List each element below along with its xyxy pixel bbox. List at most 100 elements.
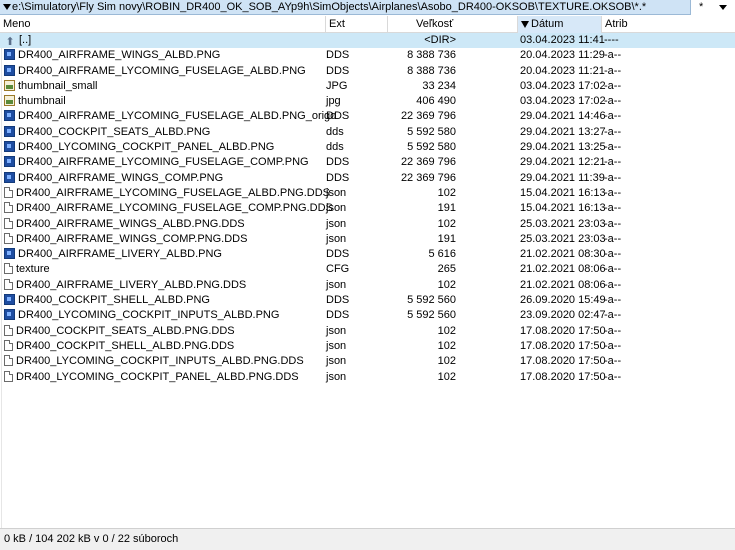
file-size: 102 — [437, 324, 456, 337]
file-attr: -a-- — [604, 79, 622, 92]
path-bar[interactable]: e:\Simulatory\Fly Sim novy\ROBIN_DR400_O… — [0, 0, 735, 15]
file-attr: -a-- — [604, 141, 622, 154]
file-ext: json — [326, 186, 347, 199]
file-attr: -a-- — [604, 370, 622, 383]
file-attr: -a-- — [604, 217, 622, 230]
file-name: DR400_AIRFRAME_WINGS_COMP.PNG.DDS — [16, 232, 248, 245]
file-date: 29.04.2021 13:25 — [520, 141, 606, 154]
file-name: DR400_LYCOMING_COCKPIT_PANEL_ALBD.PNG.DD… — [16, 370, 299, 383]
document-icon — [4, 202, 13, 214]
file-row[interactable]: DR400_AIRFRAME_WINGS_COMP.PNG.DDS json 191… — [0, 232, 735, 247]
file-ext: DDS — [326, 64, 350, 77]
file-attr: -a-- — [604, 355, 622, 368]
dds-file-icon — [4, 309, 15, 321]
file-ext: DDS — [326, 248, 350, 261]
header-date[interactable]: Dátum — [518, 16, 602, 33]
file-row[interactable]: DR400_LYCOMING_COCKPIT_PANEL_ALBD.PNG.DD… — [0, 370, 735, 385]
header-attr[interactable]: Atrib — [602, 16, 735, 33]
header-size[interactable]: Veľkosť — [388, 16, 518, 33]
file-date: 17.08.2020 17:50 — [520, 324, 606, 337]
file-ext: CFG — [326, 263, 350, 276]
file-row[interactable]: DR400_COCKPIT_SHELL_ALBD.PNG.DDS json 102 1… — [0, 339, 735, 354]
file-date: 20.04.2023 11:21 — [520, 64, 605, 77]
file-row[interactable]: thumbnail_small JPG 33 234 03.04.2023 17:02… — [0, 79, 735, 94]
file-name-cell: DR400_AIRFRAME_WINGS_ALBD.PNG.DDS — [4, 217, 245, 232]
file-size: 8 388 736 — [407, 64, 456, 77]
chevron-down-icon[interactable] — [719, 5, 727, 10]
file-attr: -a-- — [604, 278, 622, 291]
file-size: 191 — [437, 202, 456, 215]
file-name: DR400_LYCOMING_COCKPIT_PANEL_ALBD.PNG — [18, 141, 275, 154]
file-row[interactable]: DR400_LYCOMING_COCKPIT_INPUTS_ALBD.PNG.D… — [0, 354, 735, 369]
file-attr: -a-- — [604, 125, 622, 138]
file-row[interactable]: DR400_AIRFRAME_LYCOMING_FUSELAGE_COMP.PN… — [0, 201, 735, 216]
file-row[interactable]: DR400_COCKPIT_SEATS_ALBD.PNG.DDS json 102 1… — [0, 324, 735, 339]
file-name: DR400_AIRFRAME_LYCOMING_FUSELAGE_ALBD.PN… — [18, 64, 306, 77]
file-date: 17.08.2020 17:50 — [520, 370, 606, 383]
dds-file-icon — [4, 110, 15, 122]
document-icon — [4, 355, 13, 367]
header-attr-label: Atrib — [605, 18, 628, 30]
file-row[interactable]: DR400_AIRFRAME_LYCOMING_FUSELAGE_ALBD.PN… — [0, 186, 735, 201]
file-size: 102 — [437, 339, 456, 352]
file-row[interactable]: ⬆ [..] <DIR> 03.04.2023 11:41 ---- — [0, 33, 735, 49]
document-icon — [4, 263, 13, 275]
file-name: DR400_AIRFRAME_LYCOMING_FUSELAGE_ALBD.PN… — [16, 186, 330, 199]
file-size: <DIR> — [424, 34, 456, 46]
file-date: 25.03.2021 23:03 — [520, 232, 606, 245]
file-name: DR400_COCKPIT_SHELL_ALBD.PNG.DDS — [16, 339, 235, 352]
history-dropdown-icon[interactable] — [3, 4, 11, 10]
file-ext: DDS — [326, 156, 350, 169]
file-size: 5 616 — [428, 248, 456, 261]
file-row[interactable]: DR400_AIRFRAME_LYCOMING_FUSELAGE_ALBD.PN… — [0, 109, 735, 124]
file-row[interactable]: DR400_AIRFRAME_WINGS_ALBD.PNG.DDS json 102… — [0, 217, 735, 232]
file-size: 102 — [437, 355, 456, 368]
file-date: 21.02.2021 08:30 — [520, 248, 606, 261]
file-name-cell: DR400_COCKPIT_SEATS_ALBD.PNG.DDS — [4, 324, 235, 339]
file-name: DR400_AIRFRAME_WINGS_ALBD.PNG — [18, 49, 221, 62]
file-row[interactable]: texture CFG 265 21.02.2021 08:06 -a-- — [0, 262, 735, 277]
up-dir-icon: ⬆ — [5, 36, 15, 48]
file-ext: DDS — [326, 294, 350, 307]
filter-dropdown[interactable]: * — [690, 0, 735, 15]
file-name: DR400_LYCOMING_COCKPIT_INPUTS_ALBD.PNG — [18, 309, 280, 322]
dds-file-icon — [4, 248, 15, 260]
file-attr: -a-- — [604, 156, 622, 169]
file-name: DR400_AIRFRAME_LYCOMING_FUSELAGE_ALBD.PN… — [18, 110, 337, 123]
file-date: 21.02.2021 08:06 — [520, 278, 606, 291]
file-date: 17.08.2020 17:50 — [520, 339, 606, 352]
file-date: 21.02.2021 08:06 — [520, 263, 606, 276]
file-attr: -a-- — [604, 49, 622, 62]
file-row[interactable]: DR400_AIRFRAME_LIVERY_ALBD.PNG.DDS json 10… — [0, 278, 735, 293]
file-row[interactable]: DR400_AIRFRAME_LYCOMING_FUSELAGE_ALBD.PN… — [0, 64, 735, 79]
file-name-cell: DR400_AIRFRAME_WINGS_COMP.PNG.DDS — [4, 232, 247, 247]
file-row[interactable]: DR400_AIRFRAME_LYCOMING_FUSELAGE_COMP.PN… — [0, 155, 735, 170]
file-date: 26.09.2020 15:49 — [520, 294, 606, 307]
file-size: 102 — [437, 186, 456, 199]
file-name: thumbnail_small — [18, 79, 98, 92]
file-attr: -a-- — [604, 339, 622, 352]
file-list[interactable]: ⬆ [..] <DIR> 03.04.2023 11:41 ---- DR400_AIRF… — [0, 33, 735, 385]
file-name-cell: DR400_COCKPIT_SHELL_ALBD.PNG.DDS — [4, 339, 234, 354]
file-date: 03.04.2023 17:02 — [520, 79, 606, 92]
status-bar: 0 kB / 104 202 kB v 0 / 22 súboroch — [0, 528, 735, 550]
header-name[interactable]: Meno — [0, 16, 326, 33]
file-name: DR400_AIRFRAME_LIVERY_ALBD.PNG.DDS — [16, 278, 247, 291]
file-ext: json — [326, 324, 347, 337]
current-path[interactable]: e:\Simulatory\Fly Sim novy\ROBIN_DR400_O… — [12, 1, 646, 14]
file-row[interactable]: DR400_AIRFRAME_WINGS_ALBD.PNG DDS 8 388 73… — [0, 48, 735, 63]
file-row[interactable]: DR400_LYCOMING_COCKPIT_PANEL_ALBD.PNG dds… — [0, 140, 735, 155]
file-attr: -a-- — [604, 110, 622, 123]
file-attr: -a-- — [604, 294, 622, 307]
file-row[interactable]: DR400_LYCOMING_COCKPIT_INPUTS_ALBD.PNG DD… — [0, 308, 735, 323]
file-ext: dds — [326, 141, 344, 154]
file-row[interactable]: DR400_COCKPIT_SEATS_ALBD.PNG dds 5 592 580… — [0, 125, 735, 140]
file-row[interactable]: DR400_AIRFRAME_WINGS_COMP.PNG DDS 22 369 7… — [0, 171, 735, 186]
file-ext: json — [326, 355, 347, 368]
file-name-cell: DR400_AIRFRAME_LYCOMING_FUSELAGE_COMP.PN… — [4, 155, 309, 170]
file-size: 5 592 560 — [407, 294, 456, 307]
file-row[interactable]: thumbnail jpg 406 490 03.04.2023 17:02 -a-- — [0, 94, 735, 109]
file-row[interactable]: DR400_AIRFRAME_LIVERY_ALBD.PNG DDS 5 616 21… — [0, 247, 735, 262]
header-ext[interactable]: Ext — [326, 16, 388, 33]
file-row[interactable]: DR400_COCKPIT_SHELL_ALBD.PNG DDS 5 592 560… — [0, 293, 735, 308]
